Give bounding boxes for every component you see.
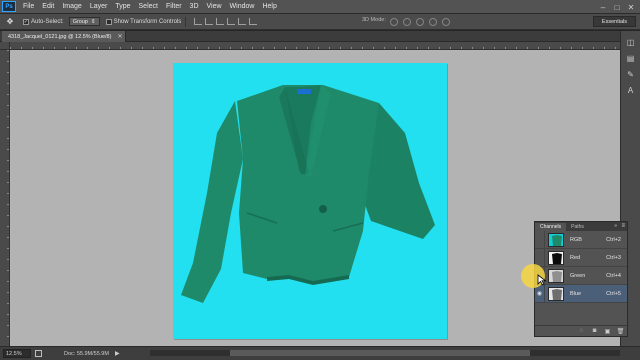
channel-name: Green <box>570 272 586 279</box>
auto-select-target-value: Group <box>72 18 88 25</box>
align-top-icon[interactable] <box>194 18 203 25</box>
history-icon[interactable]: ◫ <box>625 37 637 47</box>
character-icon[interactable]: A <box>625 85 637 95</box>
auto-select-label: Auto-Select: <box>31 18 64 25</box>
new-channel-icon[interactable]: ▣ <box>604 328 611 335</box>
channel-thumbnail <box>548 268 564 283</box>
menu-filter[interactable]: Filter <box>162 0 186 14</box>
vertical-ruler[interactable] <box>0 50 10 346</box>
zoom-field[interactable]: 12.5% <box>3 349 31 358</box>
close-button[interactable]: ✕ <box>624 0 638 14</box>
status-bar: 12.5% Doc: 55.9M/55.9M ▶ <box>0 346 640 360</box>
channel-row-rgb[interactable]: RGB Ctrl+2 <box>535 230 627 249</box>
jacket-photo <box>181 85 435 303</box>
panel-menu-icon[interactable]: ≡ <box>621 222 625 231</box>
menu-select[interactable]: Select <box>135 0 162 14</box>
menu-bar: Ps File Edit Image Layer Type Select Fil… <box>0 0 640 14</box>
align-vcenter-icon[interactable] <box>205 18 214 25</box>
move-tool-icon[interactable]: ✥ <box>3 16 17 28</box>
channel-shortcut: Ctrl+4 <box>606 272 621 279</box>
workspace-switcher-button[interactable]: Essentials <box>592 16 636 27</box>
window-controls: – □ ✕ <box>596 0 638 14</box>
auto-select-checkbox[interactable]: ✓ <box>23 18 29 25</box>
options-bar: ✥ ✓ Auto-Select: Group ⇕ Show Transform … <box>0 14 640 30</box>
align-left-icon[interactable] <box>227 18 236 25</box>
jacket-left-sleeve <box>181 101 243 303</box>
channel-shortcut: Ctrl+5 <box>606 290 621 297</box>
delete-channel-icon[interactable]: 🗑 <box>617 328 625 335</box>
3d-mode-icons <box>390 18 450 26</box>
document-tab[interactable]: 4318_Jacquel_0121.jpg @ 12.5% (Blue/8) ✕ <box>2 31 126 42</box>
channel-row-red[interactable]: Red Ctrl+3 <box>535 248 627 267</box>
3d-drag-icon[interactable] <box>416 18 424 26</box>
menu-type[interactable]: Type <box>111 0 134 14</box>
tab-paths[interactable]: Paths <box>566 223 589 231</box>
horizontal-ruler[interactable] <box>10 42 620 50</box>
panel-footer: ◌ ◙ ▣ 🗑 <box>535 325 629 336</box>
document-tab-bar: 4318_Jacquel_0121.jpg @ 12.5% (Blue/8) ✕ <box>0 31 620 42</box>
maximize-button[interactable]: □ <box>610 0 624 14</box>
channel-thumbnail <box>548 250 564 265</box>
menu-edit[interactable]: Edit <box>38 0 58 14</box>
3d-roll-icon[interactable] <box>403 18 411 26</box>
panel-tab-bar: Channels Paths » ≡ <box>535 222 627 231</box>
menu-image[interactable]: Image <box>58 0 85 14</box>
channel-name: Blue <box>570 290 582 297</box>
menu-window[interactable]: Window <box>226 0 259 14</box>
3d-scale-icon[interactable] <box>442 18 450 26</box>
3d-mode-label: 3D Mode: <box>362 17 386 23</box>
document-size: Doc: 55.9M/55.9M <box>64 350 109 357</box>
horizontal-scrollbar[interactable] <box>150 350 620 356</box>
channel-row-green[interactable]: Green Ctrl+4 <box>535 266 627 285</box>
align-hcenter-icon[interactable] <box>238 18 247 25</box>
menu-3d[interactable]: 3D <box>186 0 203 14</box>
canvas-workspace[interactable] <box>10 50 620 346</box>
channel-row-blue[interactable]: ◉ Blue Ctrl+5 <box>535 284 627 303</box>
show-transform-label: Show Transform Controls <box>113 18 182 25</box>
close-tab-icon[interactable]: ✕ <box>117 33 122 40</box>
chevron-down-icon: ⇕ <box>90 18 96 25</box>
separator <box>185 16 187 27</box>
document-canvas[interactable] <box>173 63 447 339</box>
photoshop-logo: Ps <box>2 1 16 12</box>
scrollbar-thumb[interactable] <box>230 350 530 356</box>
3d-rotate-icon[interactable] <box>390 18 398 26</box>
status-menu-arrow-icon[interactable]: ▶ <box>115 350 120 357</box>
channel-name: RGB <box>570 236 582 243</box>
properties-icon[interactable]: ▤ <box>625 53 637 63</box>
menu-view[interactable]: View <box>203 0 226 14</box>
collapse-icon[interactable]: » <box>614 222 617 231</box>
ruler-origin[interactable] <box>0 42 10 50</box>
document-info-icon[interactable] <box>35 350 42 357</box>
auto-select-target-dropdown[interactable]: Group ⇕ <box>68 17 100 26</box>
brush-presets-icon[interactable]: ✎ <box>625 69 637 79</box>
channel-shortcut: Ctrl+2 <box>606 236 621 243</box>
channel-shortcut: Ctrl+3 <box>606 254 621 261</box>
visibility-toggle[interactable] <box>535 230 545 249</box>
align-right-icon[interactable] <box>249 18 258 25</box>
menu-layer[interactable]: Layer <box>86 0 112 14</box>
channels-panel: Channels Paths » ≡ RGB Ctrl+2 Red Ctrl+3… <box>534 221 629 337</box>
menu-file[interactable]: File <box>19 0 38 14</box>
load-selection-icon[interactable]: ◌ <box>578 328 585 335</box>
menu-help[interactable]: Help <box>258 0 280 14</box>
minimize-button[interactable]: – <box>596 0 610 14</box>
align-bottom-icon[interactable] <box>216 18 225 25</box>
save-selection-icon[interactable]: ◙ <box>591 328 598 335</box>
mouse-pointer-icon <box>537 274 547 286</box>
channel-thumbnail <box>548 286 564 301</box>
channel-thumbnail <box>548 232 564 247</box>
align-icons-group <box>194 18 258 25</box>
3d-slide-icon[interactable] <box>429 18 437 26</box>
show-transform-checkbox[interactable] <box>105 18 112 25</box>
document-tab-title: 4318_Jacquel_0121.jpg @ 12.5% (Blue/8) <box>8 33 112 40</box>
channel-name: Red <box>570 254 581 261</box>
